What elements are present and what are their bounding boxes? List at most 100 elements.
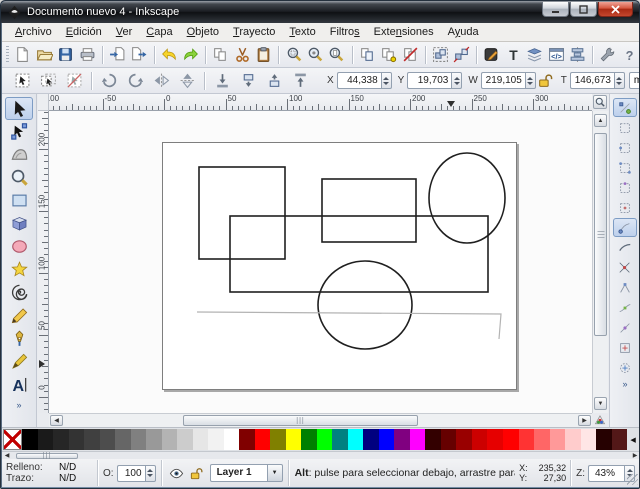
select-all-layers-button[interactable] [36,70,60,92]
color-swatch[interactable] [193,429,209,450]
align-dialog-button[interactable] [568,44,587,66]
copy-button[interactable] [211,44,230,66]
horizontal-ruler[interactable]: -100-50050100150200250300 [49,94,592,111]
text-tool[interactable]: A [5,373,33,396]
cut-button[interactable] [233,44,252,66]
menu-item-filtros[interactable]: Filtros [323,24,367,40]
snap-paths-button[interactable] [613,238,637,257]
color-swatch[interactable] [363,429,379,450]
palette-scroll-arrow-icon[interactable]: ◀ [627,429,639,450]
snap-bbox-centers-button[interactable] [613,198,637,217]
zoom-tool[interactable] [5,166,33,189]
menu-item-archivo[interactable]: Archivo [8,24,59,40]
color-swatch[interactable] [317,429,333,450]
color-swatch[interactable] [410,429,426,450]
color-swatch[interactable] [519,429,535,450]
rectangle-tool[interactable] [5,189,33,212]
color-swatch[interactable] [534,429,550,450]
unit-select[interactable]: mm▼ [629,72,640,89]
snap-object-centers-button[interactable] [613,338,637,357]
y-field[interactable]: 19,703 [407,72,462,89]
save-document-button[interactable] [56,44,75,66]
snap-cusp-nodes-button[interactable] [613,278,637,297]
export-document-button[interactable] [129,44,148,66]
star-tool[interactable] [5,258,33,281]
duplicate-button[interactable] [357,44,376,66]
drawn-rect[interactable] [199,167,285,259]
color-swatch[interactable] [255,429,271,450]
color-swatch[interactable] [69,429,85,450]
ungroup-objects-button[interactable] [452,44,471,66]
color-swatch[interactable] [131,429,147,450]
vertical-scrollbar-thumb[interactable]: ||| [594,133,607,336]
menu-item-objeto[interactable]: Objeto [180,24,226,40]
scroll-up-icon[interactable]: ▲ [594,114,607,127]
menu-item-capa[interactable]: Capa [139,24,179,40]
calligraphy-tool[interactable] [5,350,33,373]
box-3d-tool[interactable] [5,212,33,235]
snap-rotation-centers-button[interactable] [613,358,637,377]
palette-scrollbar[interactable]: ◀ ||| ▶ [2,451,640,459]
flip-horizontal-button[interactable] [149,70,173,92]
vertical-scrollbar[interactable]: ▲ ||| ▼ [592,111,608,413]
minimize-button[interactable] [542,2,569,17]
raise-to-top-button[interactable] [288,70,312,92]
color-swatch[interactable] [177,429,193,450]
drawn-rect[interactable] [322,179,416,242]
color-swatch[interactable] [456,429,472,450]
color-swatch[interactable] [270,429,286,450]
open-document-button[interactable] [35,44,54,66]
layer-visibility-eye-icon[interactable] [167,463,187,483]
snap-bbox-edges-button[interactable] [613,138,637,157]
color-swatch[interactable] [224,429,240,450]
drawn-ellipse[interactable] [429,153,505,243]
menu-item-texto[interactable]: Texto [282,24,322,40]
tweak-tool[interactable] [5,143,33,166]
snap-path-intersections-button[interactable] [613,258,637,277]
palette-scrollbar-thumb[interactable]: ||| [16,453,78,459]
lower-one-step-button[interactable] [236,70,260,92]
fill-stroke-dialog-button[interactable] [482,44,501,66]
unlink-clone-button[interactable] [400,44,419,66]
menu-item-ayuda[interactable]: Ayuda [441,24,486,40]
drawn-rect[interactable] [230,216,488,292]
no-color-swatch[interactable] [3,429,22,450]
rotate-ccw-button[interactable] [97,70,121,92]
canvas[interactable] [49,111,592,413]
scroll-right-icon[interactable]: ▶ [578,415,591,426]
new-document-button[interactable] [13,44,32,66]
redo-button[interactable] [181,44,200,66]
pen-tool[interactable] [5,327,33,350]
help-button[interactable]: ? [620,44,639,66]
color-swatch[interactable] [441,429,457,450]
create-clone-button[interactable] [379,44,398,66]
menu-item-extensiones[interactable]: Extensiones [367,24,441,40]
color-swatch[interactable] [612,429,628,450]
zoom-drawing-button[interactable] [306,44,325,66]
width-field[interactable]: 219,105 [481,72,536,89]
snap-bbox-edge-midpoints-button[interactable] [613,178,637,197]
preferences-button[interactable] [598,44,617,66]
color-swatch[interactable] [162,429,178,450]
select-all-button[interactable] [10,70,34,92]
lower-to-bottom-button[interactable] [210,70,234,92]
snap-line-midpoints-button[interactable] [613,318,637,337]
snapbar-overflow-chevron[interactable]: » [610,379,640,389]
opacity-field[interactable]: 100 [117,465,156,482]
snap-smooth-nodes-button[interactable] [613,298,637,317]
color-swatch[interactable] [146,429,162,450]
zoom-page-button[interactable] [327,44,346,66]
color-swatch[interactable] [53,429,69,450]
menu-item-edicin[interactable]: Edición [59,24,109,40]
x-field[interactable]: 44,338 [337,72,392,89]
color-swatch[interactable] [239,429,255,450]
menu-item-trayecto[interactable]: Trayecto [226,24,282,40]
color-swatch[interactable] [84,429,100,450]
color-swatch[interactable] [472,429,488,450]
raise-one-step-button[interactable] [262,70,286,92]
snap-nodes-button[interactable] [613,218,637,237]
color-swatch[interactable] [394,429,410,450]
scroll-down-icon[interactable]: ▼ [594,397,607,410]
color-swatch[interactable] [22,429,38,450]
undo-button[interactable] [159,44,178,66]
